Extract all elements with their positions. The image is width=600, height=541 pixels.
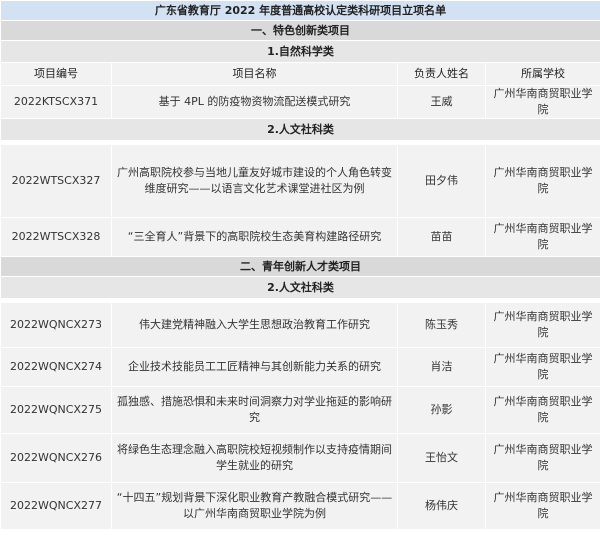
project-code: 2022WQNCX274 (0, 347, 112, 387)
table-row: 2022WQNCX276 将绿色生态理念融入高职院校短视频制作以支持疫情期间学生… (0, 433, 600, 483)
table-row: 2022KTSCX371 基于 4PL 的防疫物资物流配送模式研究 王威 广州华… (0, 85, 600, 119)
table-row: 2022WTSCX327 广州高职院校参与当地儿童友好城市建设的个人角色转变维度… (0, 144, 600, 218)
project-leader: 杨伟庆 (397, 482, 486, 530)
section-header-row: 二、青年创新人才类项目 (0, 256, 600, 277)
table-row: 2022WQNCX274 企业技术技能员工工匠精神与其创新能力关系的研究 肖洁 … (0, 347, 600, 387)
project-school: 广州华南商贸职业学院 (484, 85, 600, 119)
project-school: 广州华南商贸职业学院 (484, 144, 600, 218)
project-school: 广州华南商贸职业学院 (484, 386, 600, 434)
project-code: 2022WTSCX328 (0, 217, 112, 257)
project-school: 广州华南商贸职业学院 (484, 433, 600, 483)
project-school: 广州华南商贸职业学院 (484, 482, 600, 530)
column-header-leader: 负责人姓名 (397, 62, 486, 86)
project-name: “三全育人”背景下的高职院校生态美育构建路径研究 (111, 217, 398, 257)
project-name: 伟大建党精神融入大学生思想政治教育工作研究 (111, 302, 398, 348)
column-header-code: 项目编号 (0, 62, 112, 86)
project-leader: 苗苗 (397, 217, 486, 257)
table-row: 2022WQNCX277 “十四五”规划背景下深化职业教育产教融合模式研究——以… (0, 482, 600, 530)
project-name: 广州高职院校参与当地儿童友好城市建设的个人角色转变维度研究——以语言文化艺术课堂… (111, 144, 398, 218)
project-code: 2022WTSCX327 (0, 144, 112, 218)
project-leader: 孙影 (397, 386, 486, 434)
table-title: 广东省教育厅 2022 年度普通高校认定类科研项目立项名单 (0, 0, 600, 21)
project-code: 2022WQNCX275 (0, 386, 112, 434)
table-row: 2022WQNCX273 伟大建党精神融入大学生思想政治教育工作研究 陈玉秀 广… (0, 302, 600, 348)
project-leader: 王怡文 (397, 433, 486, 483)
project-school: 广州华南商贸职业学院 (484, 347, 600, 387)
project-leader: 田夕伟 (397, 144, 486, 218)
category-header-row: 2.人文社科类 (0, 118, 600, 141)
project-name: 企业技术技能员工工匠精神与其创新能力关系的研究 (111, 347, 398, 387)
category-header-row: 2.人文社科类 (0, 276, 600, 299)
project-code: 2022WQNCX273 (0, 302, 112, 348)
category-header-row: 1.自然科学类 (0, 40, 600, 63)
column-header-name: 项目名称 (111, 62, 398, 86)
project-name: 将绿色生态理念融入高职院校短视频制作以支持疫情期间学生就业的研究 (111, 433, 398, 483)
project-name: 基于 4PL 的防疫物资物流配送模式研究 (111, 85, 398, 119)
column-header-row: 项目编号 项目名称 负责人姓名 所属学校 (0, 62, 600, 86)
project-leader: 肖洁 (397, 347, 486, 387)
project-name: “十四五”规划背景下深化职业教育产教融合模式研究——以广州华南商贸职业学院为例 (111, 482, 398, 530)
table-row: 2022WQNCX275 孤独感、措施恐惧和未来时间洞察力对学业拖延的影响研究 … (0, 386, 600, 434)
project-school: 广州华南商贸职业学院 (484, 217, 600, 257)
section-2-title: 二、青年创新人才类项目 (0, 256, 600, 277)
project-leader: 陈玉秀 (397, 302, 486, 348)
section-1-category-1-title: 1.自然科学类 (0, 40, 600, 63)
section-2-category-1-title: 2.人文社科类 (0, 276, 600, 299)
project-leader: 王威 (397, 85, 486, 119)
project-code: 2022WQNCX276 (0, 433, 112, 483)
project-school: 广州华南商贸职业学院 (484, 302, 600, 348)
project-code: 2022WQNCX277 (0, 482, 112, 530)
section-1-category-2-title: 2.人文社科类 (0, 118, 600, 141)
title-row: 广东省教育厅 2022 年度普通高校认定类科研项目立项名单 (0, 0, 600, 21)
section-header-row: 一、特色创新类项目 (0, 20, 600, 41)
column-header-school: 所属学校 (484, 62, 600, 86)
project-list-table: 广东省教育厅 2022 年度普通高校认定类科研项目立项名单 一、特色创新类项目 … (0, 0, 600, 530)
section-1-title: 一、特色创新类项目 (0, 20, 600, 41)
table-row: 2022WTSCX328 “三全育人”背景下的高职院校生态美育构建路径研究 苗苗… (0, 217, 600, 257)
project-name: 孤独感、措施恐惧和未来时间洞察力对学业拖延的影响研究 (111, 386, 398, 434)
project-code: 2022KTSCX371 (0, 85, 112, 119)
